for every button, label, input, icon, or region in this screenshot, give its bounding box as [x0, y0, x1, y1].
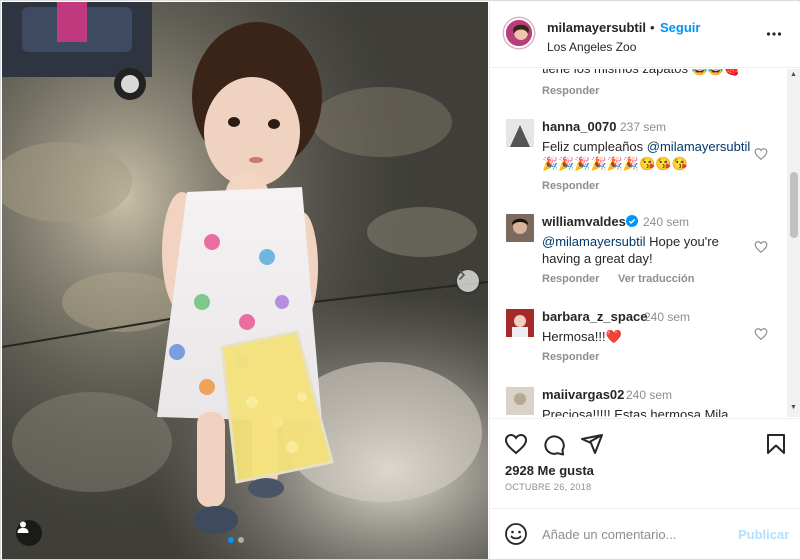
emoji-icon[interactable] — [504, 522, 528, 546]
scroll-down-arrow-icon[interactable]: ▼ — [790, 404, 797, 411]
avatar-image — [506, 119, 534, 147]
comment-time: 240 sem — [626, 388, 673, 402]
heart-icon[interactable] — [504, 432, 528, 456]
post-side-panel: milamayersubtil • Seguir Los Angeles Zoo… — [489, 2, 800, 559]
comment-text-prefix: Feliz cumpleaños — [542, 139, 647, 154]
comment-time: 240 sem — [644, 310, 691, 324]
comment-text: Hermosa!!!❤️ — [542, 328, 752, 345]
comment-username[interactable]: hanna_0070 — [542, 119, 616, 134]
comments-scrollbar[interactable]: ▲ ▼ — [787, 69, 800, 417]
publish-button[interactable]: Publicar — [738, 527, 789, 542]
share-icon[interactable] — [580, 432, 604, 456]
avatar-image — [506, 309, 534, 337]
comment-text-suffix: 🎉🎉🎉🎉🎉🎉😘😘😘 — [542, 156, 688, 171]
reply-button[interactable]: Responder — [542, 351, 599, 363]
comment-time: 240 sem — [643, 215, 690, 229]
heart-icon[interactable] — [754, 327, 768, 341]
user-tag-button[interactable] — [16, 520, 42, 546]
post-date: OCTUBRE 26, 2018 — [505, 482, 592, 492]
comment-time: 237 sem — [620, 120, 667, 134]
next-photo-button[interactable] — [457, 270, 479, 292]
photo-image — [2, 2, 488, 559]
post-username[interactable]: milamayersubtil — [547, 20, 646, 35]
comment-username[interactable]: maiivargas02 — [542, 387, 624, 402]
verified-badge-icon — [626, 215, 638, 227]
scroll-up-arrow-icon[interactable]: ▲ — [790, 71, 797, 78]
comment-text-partial: tiene los mismos zapatos 😂😂🍓 — [542, 69, 740, 77]
avatar-image — [506, 387, 534, 415]
add-comment-bar: Publicar — [490, 508, 800, 559]
comment-text: @milamayersubtil Hope you're having a gr… — [542, 233, 752, 267]
comment-text-prefix: Hermosa!!! — [542, 329, 606, 344]
post-actions: 2928 Me gusta OCTUBRE 26, 2018 — [490, 418, 800, 508]
comment-username[interactable]: williamvaldes — [542, 214, 626, 229]
comment-input[interactable] — [542, 522, 727, 546]
avatar[interactable] — [506, 309, 534, 337]
post-dialog: milamayersubtil • Seguir Los Angeles Zoo… — [0, 0, 800, 560]
reply-button[interactable]: Responder — [542, 85, 599, 97]
carousel-dot-active — [228, 537, 234, 543]
scrollbar-thumb[interactable] — [790, 172, 798, 238]
translate-button[interactable]: Ver traducción — [618, 273, 694, 285]
avatar[interactable] — [506, 119, 534, 147]
user-tag-icon — [17, 521, 29, 533]
carousel-indicator — [228, 537, 244, 543]
avatar[interactable] — [506, 387, 534, 415]
more-icon[interactable] — [766, 26, 782, 42]
heart-icon[interactable] — [754, 147, 768, 161]
avatar[interactable] — [504, 18, 534, 48]
avatar[interactable] — [506, 214, 534, 242]
follow-button[interactable]: Seguir — [660, 20, 700, 35]
carousel-dot — [238, 537, 244, 543]
post-location[interactable]: Los Angeles Zoo — [547, 40, 636, 54]
bookmark-icon[interactable] — [764, 432, 788, 456]
reply-button[interactable]: Responder — [542, 180, 599, 192]
chevron-right-icon — [459, 270, 466, 280]
reply-button[interactable]: Responder — [542, 273, 599, 285]
comment-text: Preciosa!!!!! Estas hermosa Mila — [542, 406, 752, 417]
comment-text-prefix: Preciosa!!!!! Estas hermosa Mila — [542, 407, 729, 417]
comment-text: Feliz cumpleaños @milamayersubtil 🎉🎉🎉🎉🎉🎉… — [542, 138, 752, 172]
comment-icon[interactable] — [542, 432, 566, 456]
post-photo[interactable] — [2, 2, 488, 559]
comments-list[interactable]: tiene los mismos zapatos 😂😂🍓 Responder h… — [490, 69, 787, 417]
comment-mention[interactable]: @milamayersubtil — [647, 139, 751, 154]
likes-count[interactable]: 2928 Me gusta — [505, 463, 594, 478]
heart-icon[interactable] — [754, 240, 768, 254]
separator-dot: • — [650, 20, 655, 35]
avatar-image — [506, 20, 532, 46]
comment-username[interactable]: barbara_z_space — [542, 309, 648, 324]
post-header: milamayersubtil • Seguir Los Angeles Zoo — [490, 2, 800, 68]
comment-text-suffix: ❤️ — [605, 329, 622, 344]
avatar-image — [506, 214, 534, 242]
comment-mention[interactable]: @milamayersubtil — [542, 234, 646, 249]
